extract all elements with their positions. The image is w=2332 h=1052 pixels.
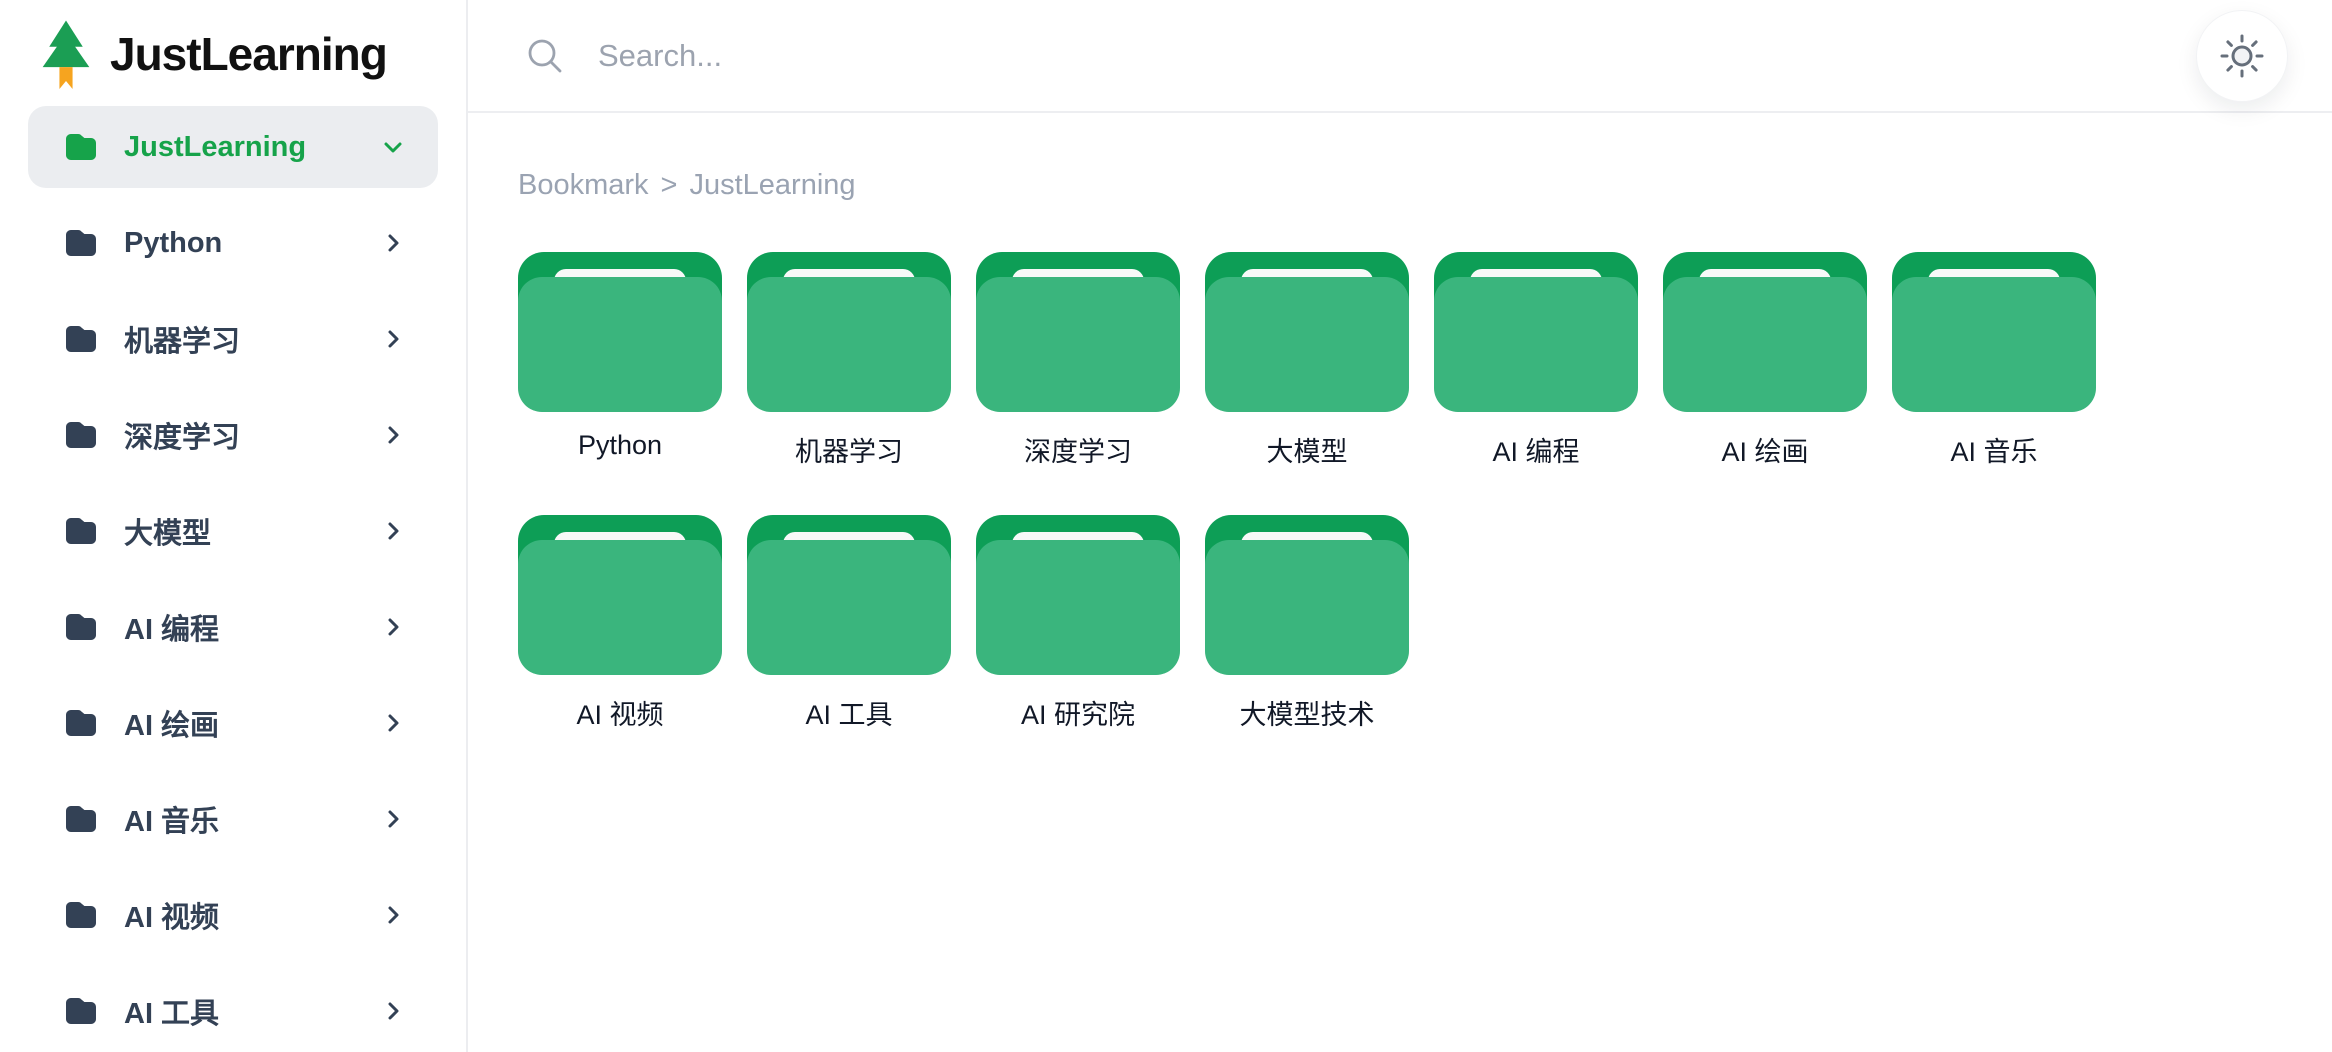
main-area: Bookmark > JustLearning Python 机器学习 深度学习… — [468, 0, 2332, 1052]
folder-tile-ai-research[interactable]: AI 研究院 — [976, 515, 1180, 732]
folder-icon — [64, 324, 98, 354]
search-bar — [524, 35, 2196, 77]
folder-tile-llm-tech[interactable]: 大模型技术 — [1205, 515, 1409, 732]
breadcrumb-separator: > — [661, 169, 678, 202]
folder-label: AI 工具 — [805, 693, 892, 732]
folder-label: AI 绘画 — [1721, 430, 1808, 469]
folder-tile-ai-painting[interactable]: AI 绘画 — [1663, 252, 1867, 469]
chevron-right-icon — [378, 612, 408, 642]
chevron-down-icon — [378, 132, 408, 162]
folder-label: 大模型 — [1267, 430, 1348, 469]
sidebar-item-ai-tools[interactable]: AI 工具 — [28, 970, 438, 1052]
sidebar: JustLearning JustLearning Python — [0, 0, 468, 1052]
sidebar-item-ai-painting[interactable]: AI 绘画 — [28, 682, 438, 764]
folder-icon — [1892, 252, 2096, 412]
folder-grid: Python 机器学习 深度学习 大模型 AI 编程 AI 绘画 — [518, 252, 2302, 732]
folder-label: Python — [578, 430, 662, 461]
app-logo[interactable]: JustLearning — [28, 0, 438, 94]
sidebar-item-label: AI 绘画 — [124, 702, 219, 744]
content-area: Bookmark > JustLearning Python 机器学习 深度学习… — [468, 113, 2332, 1052]
folder-tile-ai-tools[interactable]: AI 工具 — [747, 515, 951, 732]
folder-tile-ai-video[interactable]: AI 视频 — [518, 515, 722, 732]
chevron-right-icon — [378, 900, 408, 930]
sidebar-item-machine-learning[interactable]: 机器学习 — [28, 298, 438, 380]
sidebar-menu: JustLearning Python 机器学习 深度学习 大模型 — [28, 94, 438, 1052]
chevron-right-icon — [378, 228, 408, 258]
folder-icon — [1205, 252, 1409, 412]
pine-tree-logo-icon — [40, 19, 92, 89]
folder-icon — [64, 708, 98, 738]
folder-icon — [1663, 252, 1867, 412]
chevron-right-icon — [378, 804, 408, 834]
folder-icon — [518, 252, 722, 412]
sidebar-item-llm[interactable]: 大模型 — [28, 490, 438, 572]
folder-icon — [64, 804, 98, 834]
folder-tile-deep-learning[interactable]: 深度学习 — [976, 252, 1180, 469]
search-icon — [524, 35, 566, 77]
sidebar-item-label: AI 工具 — [124, 990, 219, 1032]
sidebar-item-label: AI 视频 — [124, 894, 219, 936]
folder-tile-machine-learning[interactable]: 机器学习 — [747, 252, 951, 469]
breadcrumb-root[interactable]: Bookmark — [518, 169, 649, 202]
folder-icon — [64, 132, 98, 162]
sidebar-item-label: JustLearning — [124, 131, 306, 164]
breadcrumb: Bookmark > JustLearning — [518, 169, 2302, 202]
sidebar-item-python[interactable]: Python — [28, 202, 438, 284]
folder-icon — [64, 420, 98, 450]
sidebar-item-label: 深度学习 — [124, 414, 240, 456]
chevron-right-icon — [378, 420, 408, 450]
chevron-right-icon — [378, 516, 408, 546]
folder-tile-python[interactable]: Python — [518, 252, 722, 469]
search-input[interactable] — [596, 37, 2196, 75]
folder-tile-ai-music[interactable]: AI 音乐 — [1892, 252, 2096, 469]
folder-tile-llm[interactable]: 大模型 — [1205, 252, 1409, 469]
folder-icon — [64, 996, 98, 1026]
app-title: JustLearning — [110, 27, 387, 81]
folder-icon — [747, 515, 951, 675]
folder-icon — [747, 252, 951, 412]
folder-icon — [976, 515, 1180, 675]
folder-icon — [64, 516, 98, 546]
sidebar-item-ai-music[interactable]: AI 音乐 — [28, 778, 438, 860]
folder-label: AI 研究院 — [1021, 693, 1135, 732]
folder-tile-ai-coding[interactable]: AI 编程 — [1434, 252, 1638, 469]
folder-label: 大模型技术 — [1240, 693, 1375, 732]
top-bar — [468, 0, 2332, 113]
sidebar-item-label: 机器学习 — [124, 318, 240, 360]
chevron-right-icon — [378, 996, 408, 1026]
folder-icon — [64, 900, 98, 930]
folder-icon — [1205, 515, 1409, 675]
sidebar-item-label: 大模型 — [124, 510, 211, 552]
folder-label: AI 编程 — [1492, 430, 1579, 469]
breadcrumb-current: JustLearning — [689, 169, 855, 202]
sidebar-item-ai-video[interactable]: AI 视频 — [28, 874, 438, 956]
sidebar-item-label: Python — [124, 227, 222, 260]
folder-icon — [518, 515, 722, 675]
theme-toggle-button[interactable] — [2196, 10, 2288, 102]
sidebar-item-justlearning[interactable]: JustLearning — [28, 106, 438, 188]
chevron-right-icon — [378, 708, 408, 738]
sidebar-item-ai-coding[interactable]: AI 编程 — [28, 586, 438, 668]
folder-label: 深度学习 — [1024, 430, 1132, 469]
sidebar-item-deep-learning[interactable]: 深度学习 — [28, 394, 438, 476]
folder-icon — [64, 228, 98, 258]
folder-icon — [1434, 252, 1638, 412]
sidebar-item-label: AI 音乐 — [124, 798, 219, 840]
chevron-right-icon — [378, 324, 408, 354]
sidebar-item-label: AI 编程 — [124, 606, 219, 648]
folder-icon — [976, 252, 1180, 412]
folder-label: AI 音乐 — [1950, 430, 2037, 469]
folder-icon — [64, 612, 98, 642]
folder-label: AI 视频 — [576, 693, 663, 732]
sun-icon — [2219, 33, 2265, 79]
folder-label: 机器学习 — [795, 430, 903, 469]
